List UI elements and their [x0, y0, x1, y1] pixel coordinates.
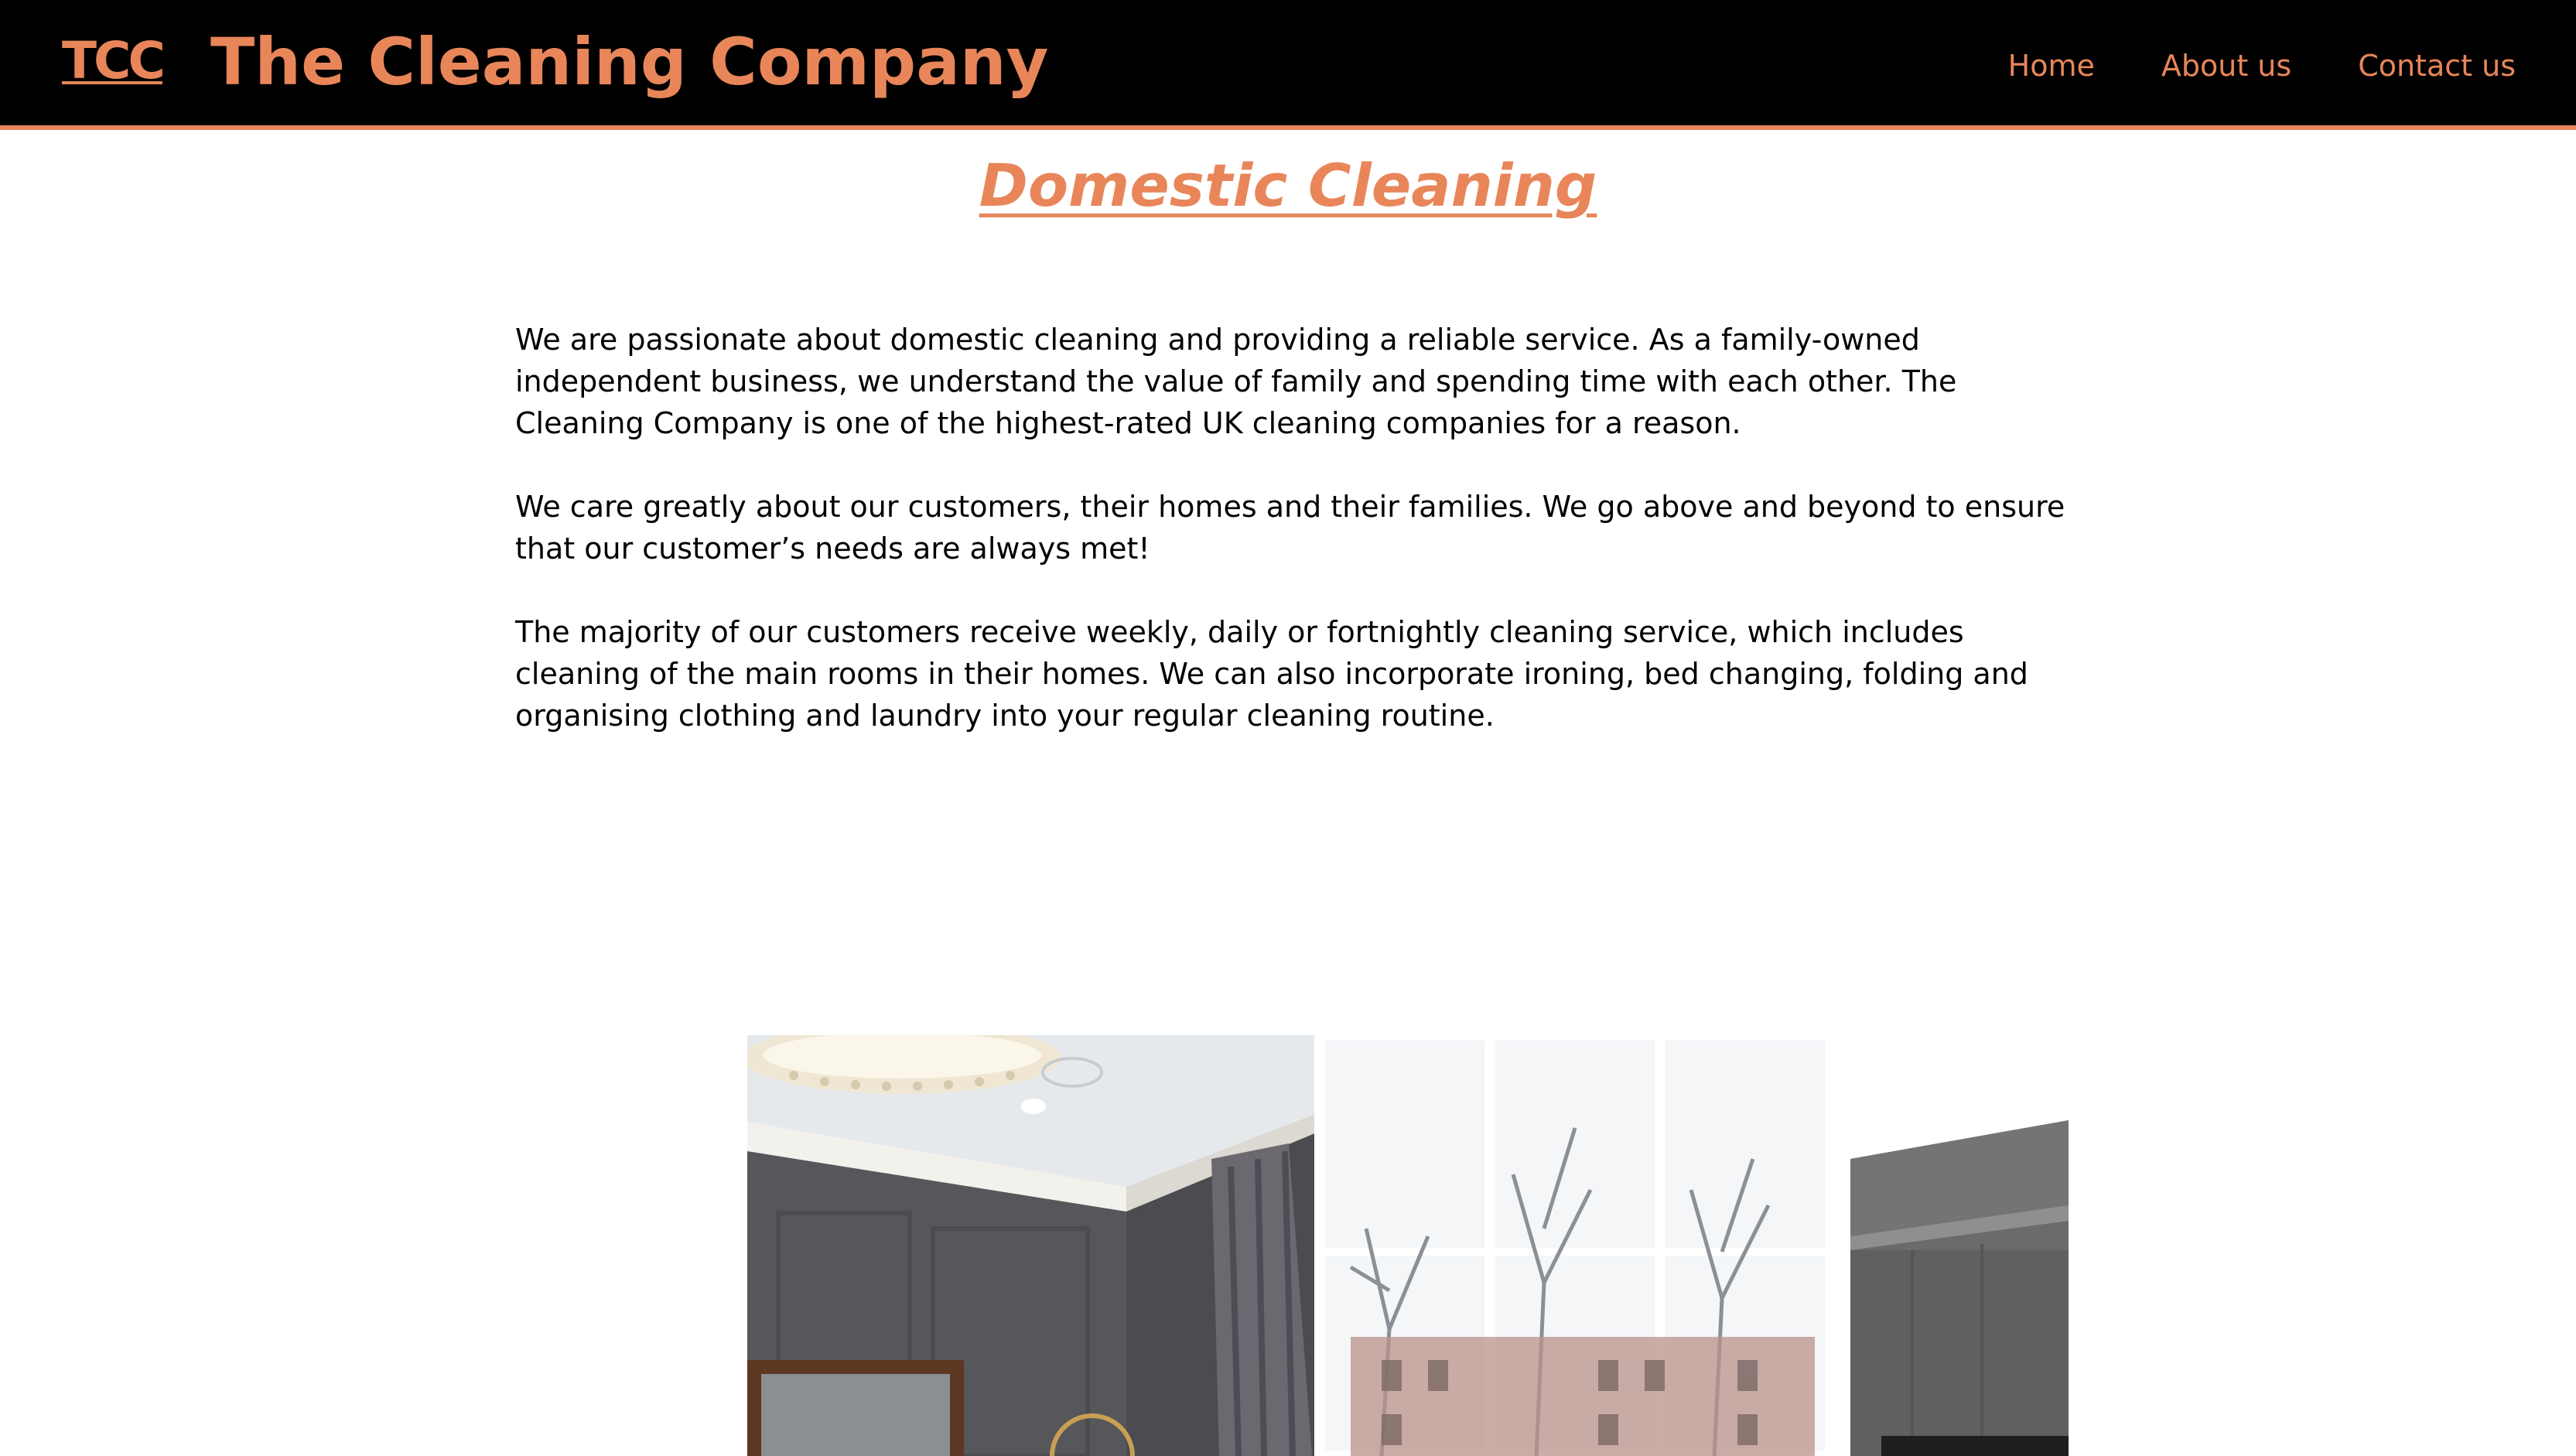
- customers-paragraph: We care greatly about our customers, the…: [515, 490, 2065, 566]
- site-header: TCC The Cleaning Company Home About us C…: [0, 0, 2576, 130]
- logo[interactable]: TCC: [62, 36, 172, 91]
- nav-link-about-us[interactable]: About us: [2161, 45, 2291, 87]
- kitchen-photo: [1850, 1120, 2069, 1456]
- main-nav: Home About us Contact us: [2008, 45, 2516, 87]
- kitchen-photo-image: [1850, 1120, 2069, 1456]
- site-title[interactable]: The Cleaning Company: [210, 23, 1048, 101]
- page-heading-text: Domestic Cleaning: [979, 151, 1597, 220]
- page-heading: Domestic Cleaning: [0, 147, 2576, 224]
- nav-link-contact-us[interactable]: Contact us: [2358, 45, 2516, 87]
- nav-link-home[interactable]: Home: [2008, 45, 2095, 87]
- room-photo-image: [747, 1035, 1830, 1456]
- content-section: We are passionate about domestic cleanin…: [515, 319, 2070, 778]
- services-paragraph: The majority of our customers receive we…: [515, 615, 2028, 733]
- intro-paragraph: We are passionate about domestic cleanin…: [515, 323, 1957, 440]
- room-photo: [747, 1035, 1830, 1456]
